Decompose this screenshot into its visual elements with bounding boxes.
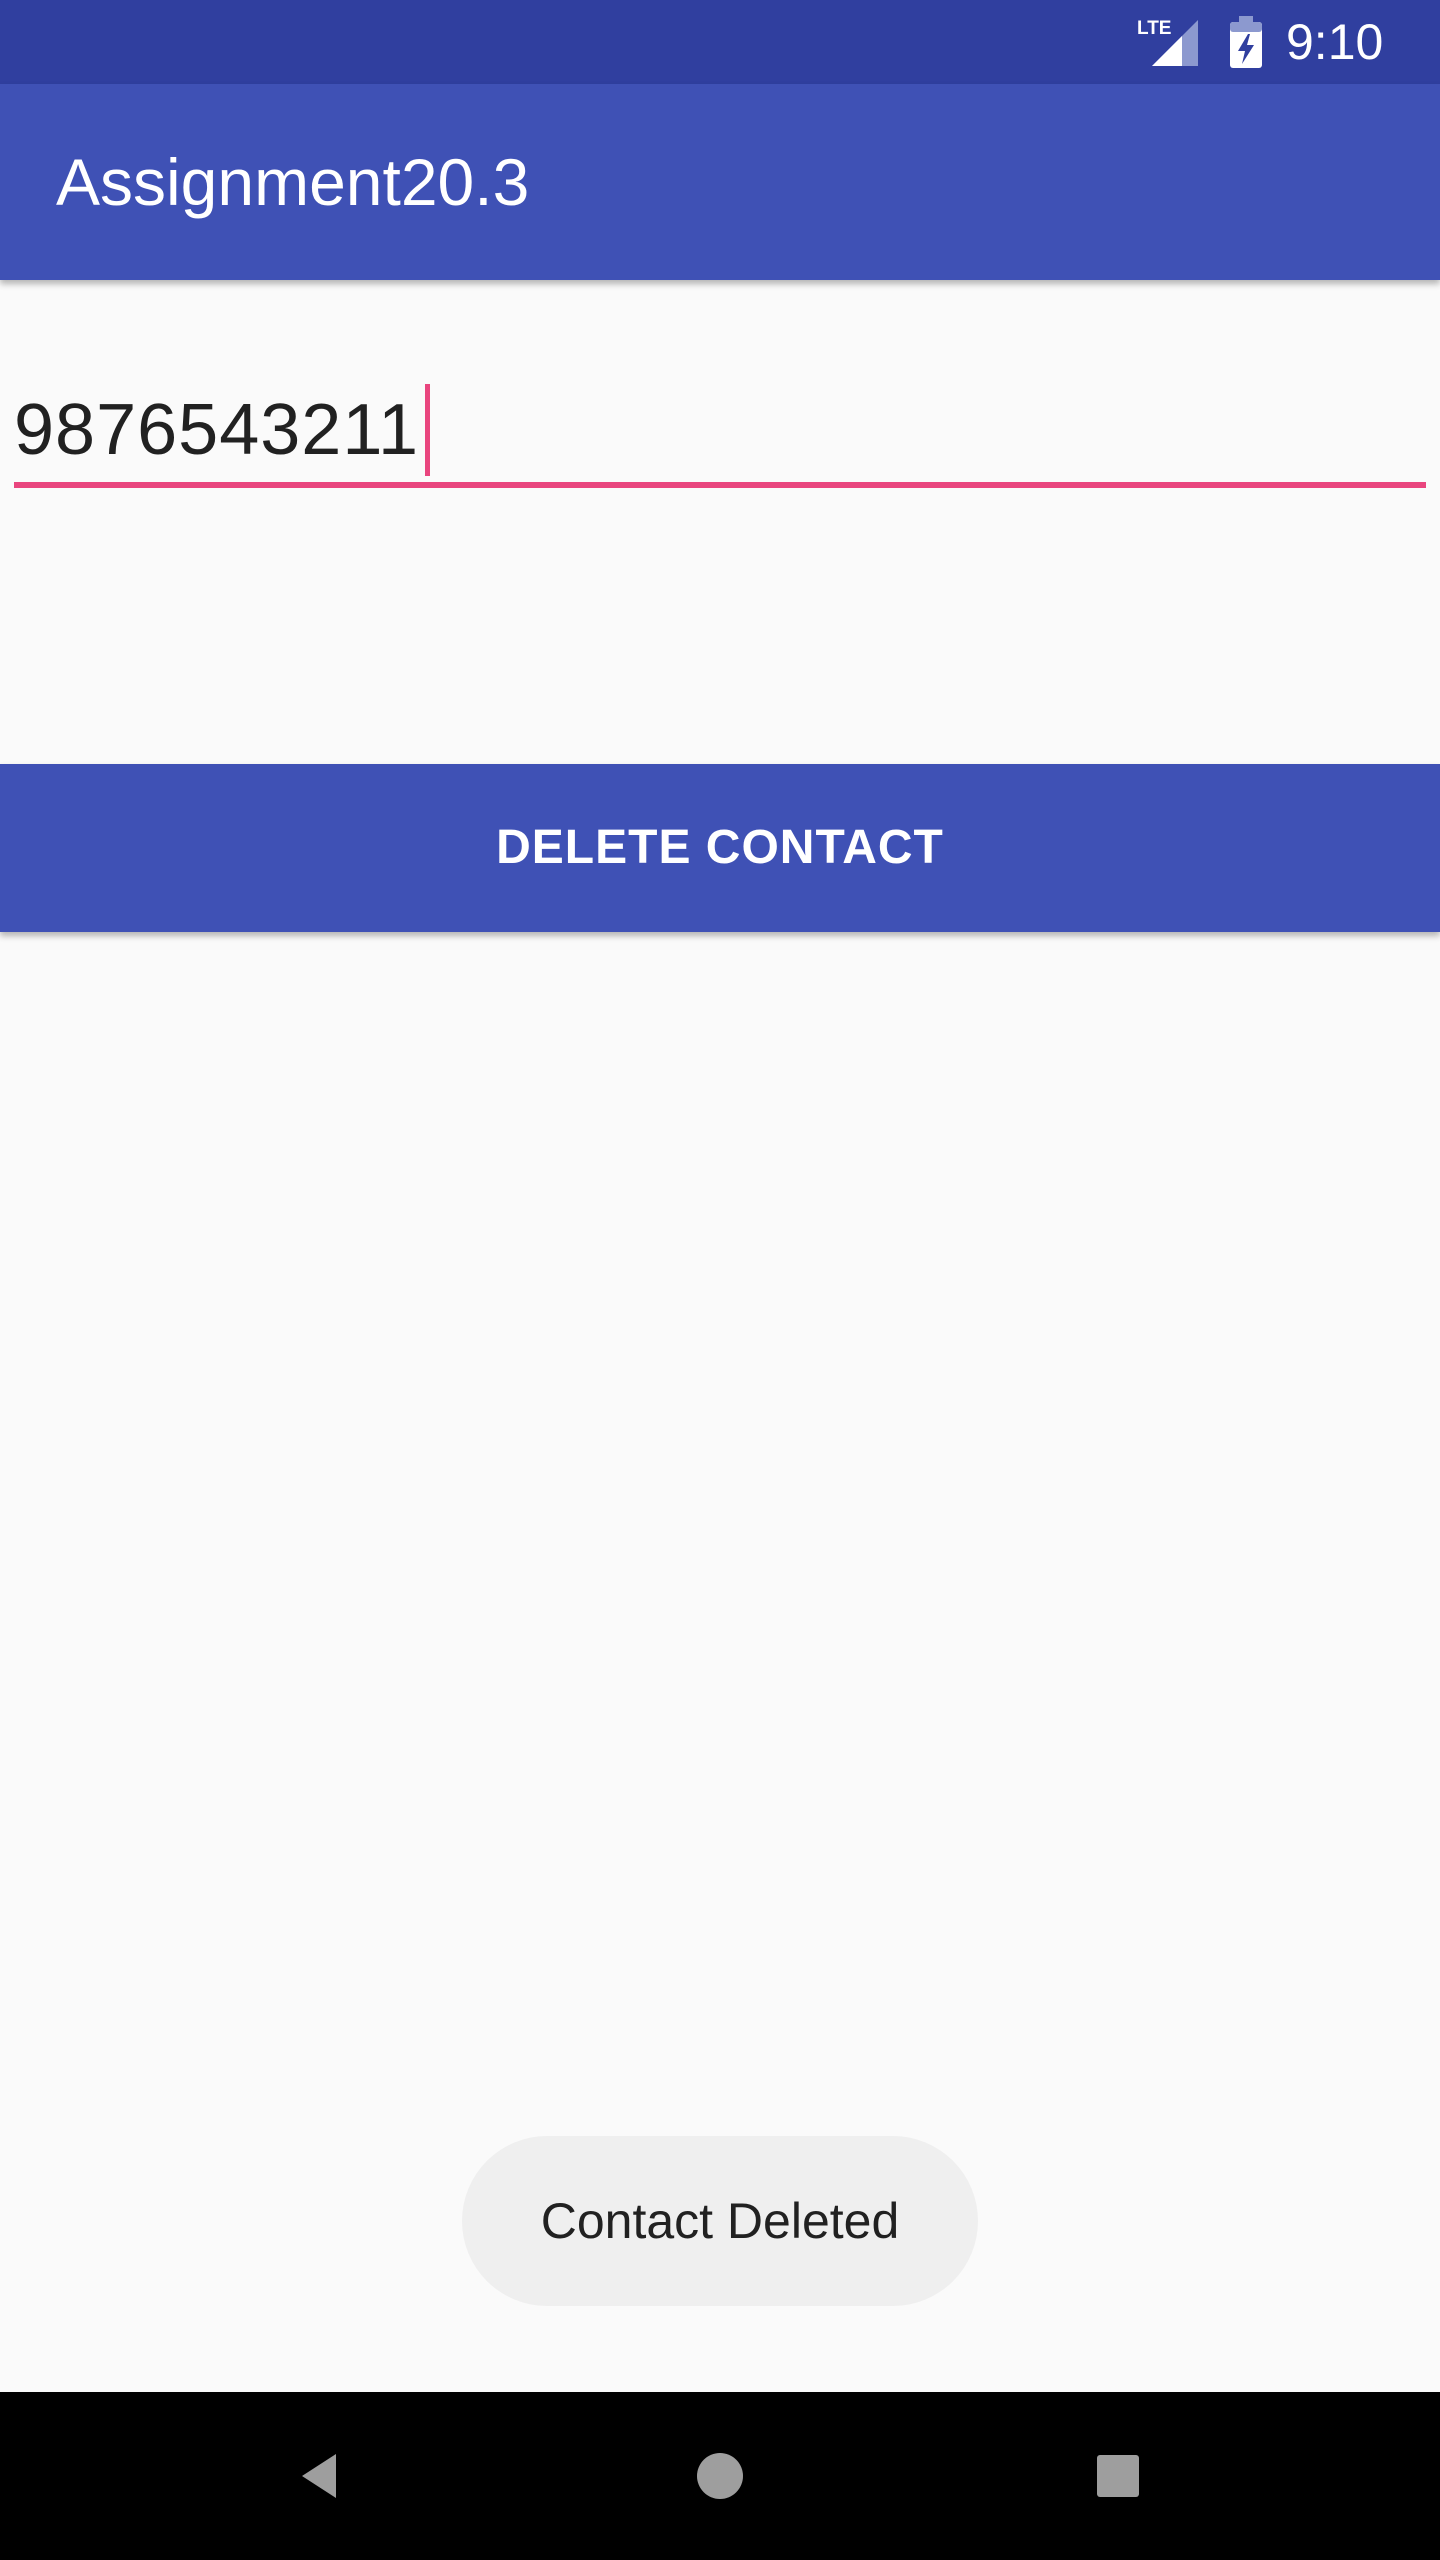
status-clock: 9:10	[1286, 14, 1384, 70]
navigation-bar	[0, 2392, 1440, 2560]
text-cursor	[425, 384, 431, 476]
recents-square-icon[interactable]	[1068, 2426, 1168, 2526]
phone-number-input[interactable]: 9876543211	[14, 364, 1426, 492]
phone-number-value[interactable]: 9876543211	[14, 389, 419, 471]
svg-text:LTE: LTE	[1137, 18, 1171, 39]
toast-message: Contact Deleted	[462, 2136, 978, 2306]
app-bar: Assignment20.3	[0, 84, 1440, 280]
battery-charging-icon	[1228, 14, 1264, 70]
app-title: Assignment20.3	[56, 145, 530, 219]
home-circle-icon[interactable]	[670, 2426, 770, 2526]
back-triangle-icon[interactable]	[270, 2426, 370, 2526]
delete-contact-button[interactable]: DELETE CONTACT	[0, 764, 1440, 932]
input-underline	[14, 482, 1426, 488]
phone-number-value-wrap[interactable]: 9876543211	[14, 380, 431, 480]
status-bar: LTE 9:10	[0, 0, 1440, 84]
lte-signal-icon: LTE	[1136, 14, 1202, 70]
